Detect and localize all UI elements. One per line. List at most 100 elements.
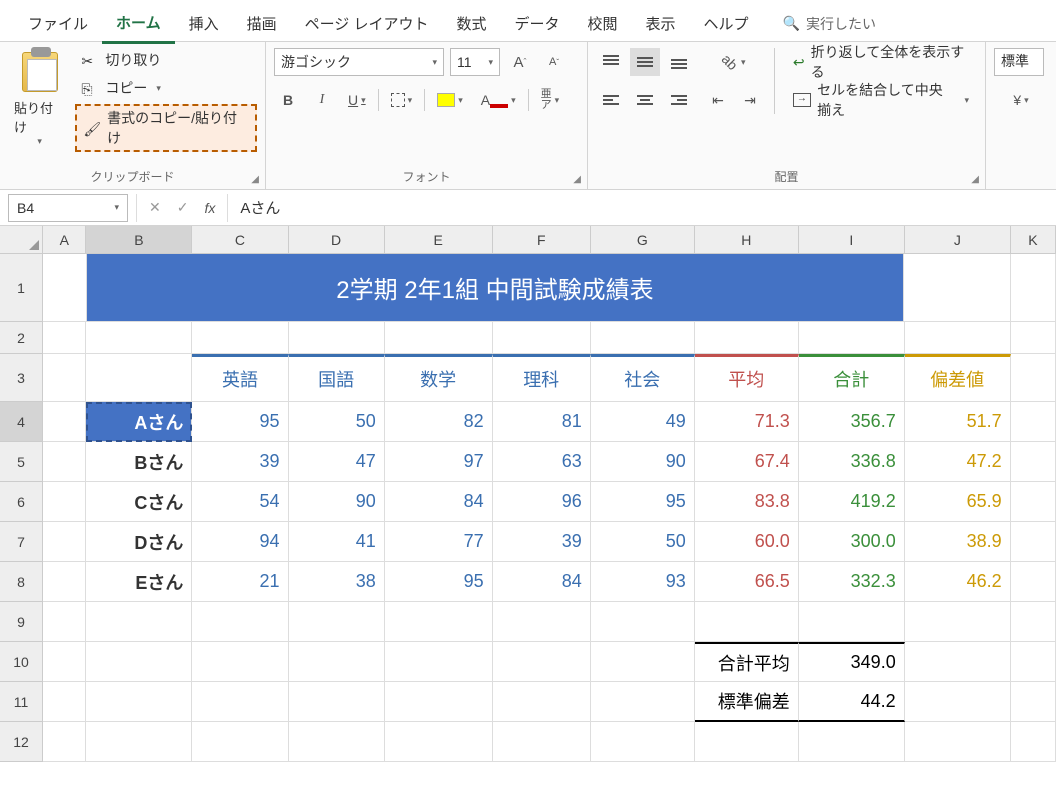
col-header-F[interactable]: F: [493, 226, 591, 254]
score-cell[interactable]: 84: [385, 482, 493, 522]
underline-button[interactable]: U: [342, 86, 372, 114]
cell[interactable]: [43, 354, 86, 402]
cell[interactable]: [1011, 442, 1056, 482]
header-japanese[interactable]: 国語: [289, 354, 385, 402]
cell[interactable]: [799, 722, 905, 762]
cell[interactable]: [1011, 522, 1056, 562]
tab-view[interactable]: 表示: [632, 5, 690, 42]
avg-cell[interactable]: 60.0: [695, 522, 799, 562]
paste-button[interactable]: 貼り付け ▾: [8, 48, 71, 152]
score-cell[interactable]: 95: [192, 402, 288, 442]
header-deviation[interactable]: 偏差値: [905, 354, 1011, 402]
avg-cell[interactable]: 83.8: [695, 482, 799, 522]
accounting-format-button[interactable]: ¥: [994, 86, 1048, 114]
font-size-dropdown[interactable]: 11 ▾: [450, 48, 500, 76]
cell[interactable]: [43, 722, 86, 762]
tab-data[interactable]: データ: [501, 5, 574, 42]
cell[interactable]: [591, 322, 695, 354]
sum-cell[interactable]: 332.3: [799, 562, 905, 602]
score-cell[interactable]: 96: [493, 482, 591, 522]
cell[interactable]: [1011, 642, 1056, 682]
summary-std-value[interactable]: 44.2: [799, 682, 905, 722]
cell[interactable]: [289, 682, 385, 722]
col-header-I[interactable]: I: [799, 226, 905, 254]
col-header-B[interactable]: B: [86, 226, 192, 254]
score-cell[interactable]: 63: [493, 442, 591, 482]
col-header-A[interactable]: A: [43, 226, 86, 254]
cell[interactable]: [289, 722, 385, 762]
clipboard-launcher-icon[interactable]: ◢: [251, 174, 259, 185]
tab-draw[interactable]: 描画: [233, 5, 291, 42]
row-header-2[interactable]: 2: [0, 322, 43, 354]
cell[interactable]: [1011, 482, 1056, 522]
cell[interactable]: [43, 562, 86, 602]
score-cell[interactable]: 94: [192, 522, 288, 562]
cell[interactable]: [591, 682, 695, 722]
tab-review[interactable]: 校閲: [574, 5, 632, 42]
row-header-12[interactable]: 12: [0, 722, 43, 762]
col-header-D[interactable]: D: [289, 226, 385, 254]
accept-formula-button[interactable]: ✓: [177, 199, 189, 216]
italic-button[interactable]: I: [308, 86, 336, 114]
avg-cell[interactable]: 67.4: [695, 442, 799, 482]
avg-cell[interactable]: 66.5: [695, 562, 799, 602]
tell-me-search[interactable]: 🔍 実行したい: [783, 14, 876, 34]
score-cell[interactable]: 82: [385, 402, 493, 442]
cell[interactable]: [591, 602, 695, 642]
cell[interactable]: [695, 722, 799, 762]
cell[interactable]: [905, 322, 1011, 354]
row-header-3[interactable]: 3: [0, 354, 43, 402]
cell[interactable]: [1011, 722, 1056, 762]
cell[interactable]: [385, 722, 493, 762]
decrease-indent-button[interactable]: ⇤: [704, 86, 732, 114]
header-math[interactable]: 数学: [385, 354, 493, 402]
cell[interactable]: [192, 722, 288, 762]
col-header-C[interactable]: C: [192, 226, 288, 254]
row-header-6[interactable]: 6: [0, 482, 43, 522]
cell[interactable]: [192, 682, 288, 722]
row-header-5[interactable]: 5: [0, 442, 43, 482]
score-cell[interactable]: 47: [289, 442, 385, 482]
cell[interactable]: [289, 322, 385, 354]
title-cell[interactable]: 2学期 2年1組 中間試験成績表: [87, 254, 905, 322]
header-social[interactable]: 社会: [591, 354, 695, 402]
score-cell[interactable]: 50: [289, 402, 385, 442]
row-header-11[interactable]: 11: [0, 682, 43, 722]
col-header-G[interactable]: G: [591, 226, 695, 254]
header-total[interactable]: 合計: [799, 354, 905, 402]
cell[interactable]: [493, 682, 591, 722]
col-header-K[interactable]: K: [1011, 226, 1056, 254]
score-cell[interactable]: 39: [493, 522, 591, 562]
cell[interactable]: [86, 602, 192, 642]
cell[interactable]: [43, 602, 86, 642]
row-header-4[interactable]: 4: [0, 402, 43, 442]
student-name[interactable]: Aさん: [86, 402, 192, 442]
wrap-text-button[interactable]: ↩ 折り返して全体を表示する: [785, 48, 977, 76]
font-launcher-icon[interactable]: ◢: [573, 174, 581, 185]
score-cell[interactable]: 90: [289, 482, 385, 522]
score-cell[interactable]: 93: [591, 562, 695, 602]
cell[interactable]: [1011, 682, 1056, 722]
sum-cell[interactable]: 356.7: [799, 402, 905, 442]
sum-cell[interactable]: 419.2: [799, 482, 905, 522]
sum-cell[interactable]: 300.0: [799, 522, 905, 562]
cell[interactable]: [43, 482, 86, 522]
cell[interactable]: [1011, 254, 1056, 322]
cell[interactable]: [192, 322, 288, 354]
cell[interactable]: [86, 322, 192, 354]
header-english[interactable]: 英語: [192, 354, 288, 402]
increase-indent-button[interactable]: ⇥: [736, 86, 764, 114]
cell[interactable]: [799, 322, 905, 354]
cell[interactable]: [289, 642, 385, 682]
cell[interactable]: [289, 602, 385, 642]
select-all-corner[interactable]: [0, 226, 43, 254]
cell[interactable]: [1011, 562, 1056, 602]
cell[interactable]: [591, 722, 695, 762]
score-cell[interactable]: 50: [591, 522, 695, 562]
cell[interactable]: [192, 642, 288, 682]
cell[interactable]: [905, 642, 1011, 682]
alignment-launcher-icon[interactable]: ◢: [971, 174, 979, 185]
cell[interactable]: [43, 254, 86, 322]
font-color-button[interactable]: A: [475, 86, 522, 114]
avg-cell[interactable]: 71.3: [695, 402, 799, 442]
